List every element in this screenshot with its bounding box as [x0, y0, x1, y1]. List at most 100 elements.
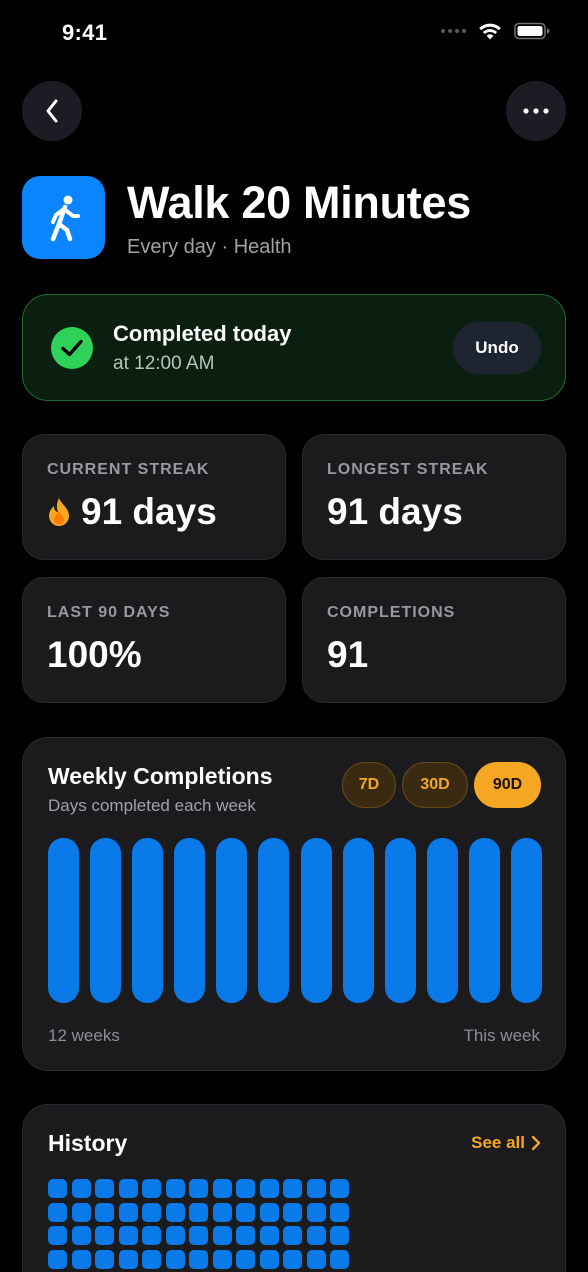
history-day-cell[interactable]: [212, 1226, 232, 1245]
week-bar: [48, 838, 79, 1003]
completions-value: 91: [327, 634, 369, 675]
history-day-cell[interactable]: [142, 1202, 161, 1222]
undo-button[interactable]: Undo: [453, 322, 541, 374]
wifi-icon: [479, 23, 501, 40]
history-card: History See all: [22, 1104, 566, 1272]
history-title: History: [48, 1130, 128, 1156]
walking-figure-icon: [50, 195, 80, 241]
history-day-cell[interactable]: [118, 1249, 138, 1269]
completions-card: COMPLETIONS 91: [302, 577, 566, 703]
history-day-cell[interactable]: [283, 1226, 302, 1245]
history-day-cell[interactable]: [48, 1226, 67, 1245]
more-options-button[interactable]: [506, 81, 566, 141]
cellular-signal-icon: [441, 29, 466, 33]
week-bar: [216, 838, 248, 1003]
history-grid: [48, 1179, 349, 1269]
history-day-cell[interactable]: [259, 1179, 279, 1198]
history-day-cell[interactable]: [330, 1226, 349, 1245]
history-day-cell[interactable]: [212, 1249, 232, 1269]
completions-label: COMPLETIONS: [327, 604, 456, 621]
habit-subtitle: Every day · Health: [127, 236, 292, 258]
history-day-cell[interactable]: [189, 1226, 208, 1245]
week-bar: [342, 838, 374, 1003]
history-day-cell[interactable]: [330, 1179, 349, 1198]
history-day-cell[interactable]: [118, 1202, 138, 1222]
history-day-cell[interactable]: [142, 1249, 161, 1269]
range-30d-button[interactable]: 30D: [402, 762, 468, 808]
habit-icon: [22, 176, 105, 259]
history-day-cell[interactable]: [306, 1249, 326, 1269]
current-streak-value-row: 91 days: [47, 491, 217, 533]
chevron-right-icon: [531, 1135, 541, 1151]
history-day-cell[interactable]: [189, 1202, 208, 1222]
history-day-cell[interactable]: [306, 1202, 326, 1222]
history-day-cell[interactable]: [71, 1249, 91, 1269]
back-button[interactable]: [22, 81, 82, 141]
range-90d-button[interactable]: 90D: [474, 762, 541, 808]
history-day-cell[interactable]: [95, 1179, 114, 1198]
see-all-link[interactable]: See all: [471, 1133, 541, 1153]
history-day-cell[interactable]: [259, 1202, 279, 1222]
history-day-cell[interactable]: [118, 1226, 138, 1245]
battery-icon: [514, 22, 550, 40]
history-day-cell[interactable]: [95, 1202, 114, 1222]
history-day-cell[interactable]: [283, 1249, 302, 1269]
history-day-cell[interactable]: [259, 1249, 279, 1269]
history-day-cell[interactable]: [236, 1226, 255, 1245]
history-day-cell[interactable]: [48, 1179, 67, 1198]
history-day-cell[interactable]: [95, 1226, 114, 1245]
history-day-cell[interactable]: [71, 1202, 91, 1222]
range-7d-button[interactable]: 7D: [342, 762, 396, 808]
week-bar: [384, 838, 416, 1003]
history-day-cell[interactable]: [142, 1179, 161, 1198]
history-day-cell[interactable]: [330, 1249, 349, 1269]
last-90-days-value: 100%: [47, 634, 142, 675]
history-day-cell[interactable]: [212, 1202, 232, 1222]
week-bar: [174, 838, 206, 1003]
history-day-cell[interactable]: [71, 1226, 91, 1245]
week-bar: [258, 838, 290, 1003]
weekly-completions-card: Weekly Completions Days completed each w…: [22, 737, 566, 1071]
history-day-cell[interactable]: [189, 1249, 208, 1269]
history-day-cell[interactable]: [306, 1179, 326, 1198]
history-day-cell[interactable]: [283, 1179, 302, 1198]
current-streak-label: CURRENT STREAK: [47, 461, 210, 478]
completed-today-card: Completed today at 12:00 AM Undo: [22, 294, 566, 401]
history-day-cell[interactable]: [283, 1202, 302, 1222]
week-bar: [300, 838, 332, 1003]
history-day-cell[interactable]: [212, 1179, 232, 1198]
history-day-cell[interactable]: [330, 1202, 349, 1222]
history-day-cell[interactable]: [165, 1249, 185, 1269]
axis-start-label: 12 weeks: [48, 1026, 120, 1045]
current-streak-value: 91 days: [81, 491, 217, 532]
history-day-cell[interactable]: [48, 1249, 67, 1269]
history-day-cell[interactable]: [259, 1226, 279, 1245]
history-day-cell[interactable]: [165, 1226, 185, 1245]
status-time: 9:41: [62, 20, 108, 45]
see-all-label: See all: [471, 1133, 525, 1152]
week-bar: [90, 838, 122, 1003]
history-day-cell[interactable]: [306, 1226, 326, 1245]
checkmark-icon: [51, 327, 93, 369]
last-90-days-card: LAST 90 DAYS 100%: [22, 577, 286, 703]
history-day-cell[interactable]: [142, 1226, 161, 1245]
history-day-cell[interactable]: [118, 1179, 138, 1198]
history-day-cell[interactable]: [236, 1202, 255, 1222]
history-day-cell[interactable]: [165, 1179, 185, 1198]
week-bar: [468, 838, 500, 1003]
status-bar: 9:41: [0, 0, 588, 66]
history-day-cell[interactable]: [236, 1249, 255, 1269]
history-day-cell[interactable]: [48, 1202, 67, 1222]
history-day-cell[interactable]: [95, 1249, 114, 1269]
history-day-cell[interactable]: [236, 1179, 255, 1198]
week-bar: [511, 838, 542, 1003]
longest-streak-card: LONGEST STREAK 91 days: [302, 434, 566, 560]
history-day-cell[interactable]: [165, 1202, 185, 1222]
history-day-cell[interactable]: [71, 1179, 91, 1198]
completed-title: Completed today: [113, 321, 292, 346]
chevron-left-icon: [46, 99, 58, 123]
axis-end-label: This week: [463, 1026, 540, 1045]
longest-streak-value: 91 days: [327, 491, 463, 532]
chart-subtitle: Days completed each week: [48, 796, 256, 815]
history-day-cell[interactable]: [189, 1179, 208, 1198]
